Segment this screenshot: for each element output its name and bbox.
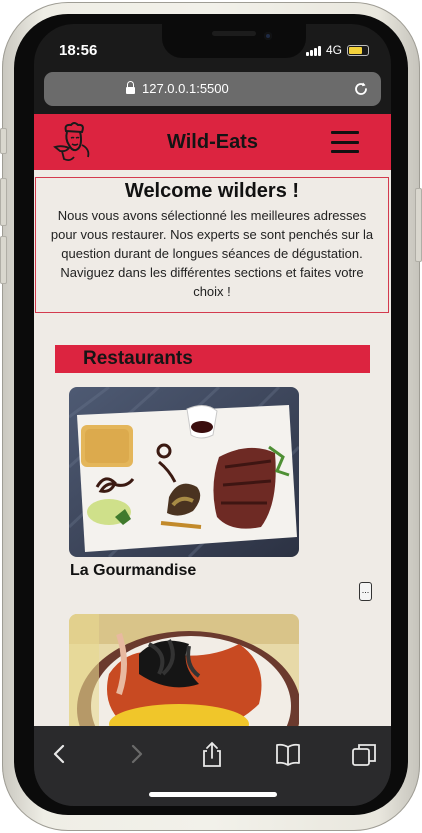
restaurant-image[interactable] — [69, 387, 299, 557]
welcome-text: Nous vous avons sélectionné les meilleur… — [50, 208, 374, 299]
speaker — [212, 31, 256, 36]
phone-side-button-volume-down — [0, 236, 7, 284]
network-label: 4G — [325, 43, 342, 57]
reload-icon[interactable] — [351, 79, 371, 99]
back-icon[interactable] — [46, 740, 74, 768]
more-options-button[interactable]: ... — [359, 582, 372, 601]
phone-side-button-mute — [0, 128, 7, 154]
phone-side-button-power — [415, 188, 422, 262]
phone-side-button-volume-up — [0, 178, 7, 226]
welcome-box: Welcome wilders ! Nous vous avons sélect… — [35, 177, 389, 313]
url-text: 127.0.0.1:5500 — [142, 81, 229, 96]
lock-icon — [126, 81, 135, 94]
site-navbar: Wild-Eats — [34, 114, 391, 170]
tabs-icon[interactable] — [350, 740, 378, 768]
camera — [264, 32, 272, 40]
restaurants-section-header: Restaurants — [55, 345, 370, 373]
web-content: Wild-Eats Welcome wilders ! Nous vous av… — [34, 114, 391, 726]
battery-icon — [347, 44, 369, 56]
status-time: 18:56 — [59, 42, 98, 59]
phone-screen: 18:56 4G 127.0.0.1:5500 Wild-Eats Welcom… — [34, 24, 391, 806]
home-indicator[interactable] — [149, 792, 277, 797]
hamburger-menu-icon[interactable] — [331, 131, 359, 153]
forward-icon[interactable] — [122, 740, 150, 768]
signal-icon — [305, 45, 321, 56]
restaurant-image[interactable] — [69, 614, 299, 726]
notch — [162, 24, 306, 58]
address-bar[interactable]: 127.0.0.1:5500 — [44, 72, 381, 106]
restaurant-name[interactable]: La Gourmandise — [70, 562, 196, 580]
section-title: Restaurants — [83, 348, 193, 369]
bookmarks-icon[interactable] — [274, 740, 302, 768]
share-icon[interactable] — [198, 740, 226, 768]
welcome-title: Welcome wilders ! — [124, 180, 300, 202]
status-indicators: 4G — [305, 43, 369, 57]
